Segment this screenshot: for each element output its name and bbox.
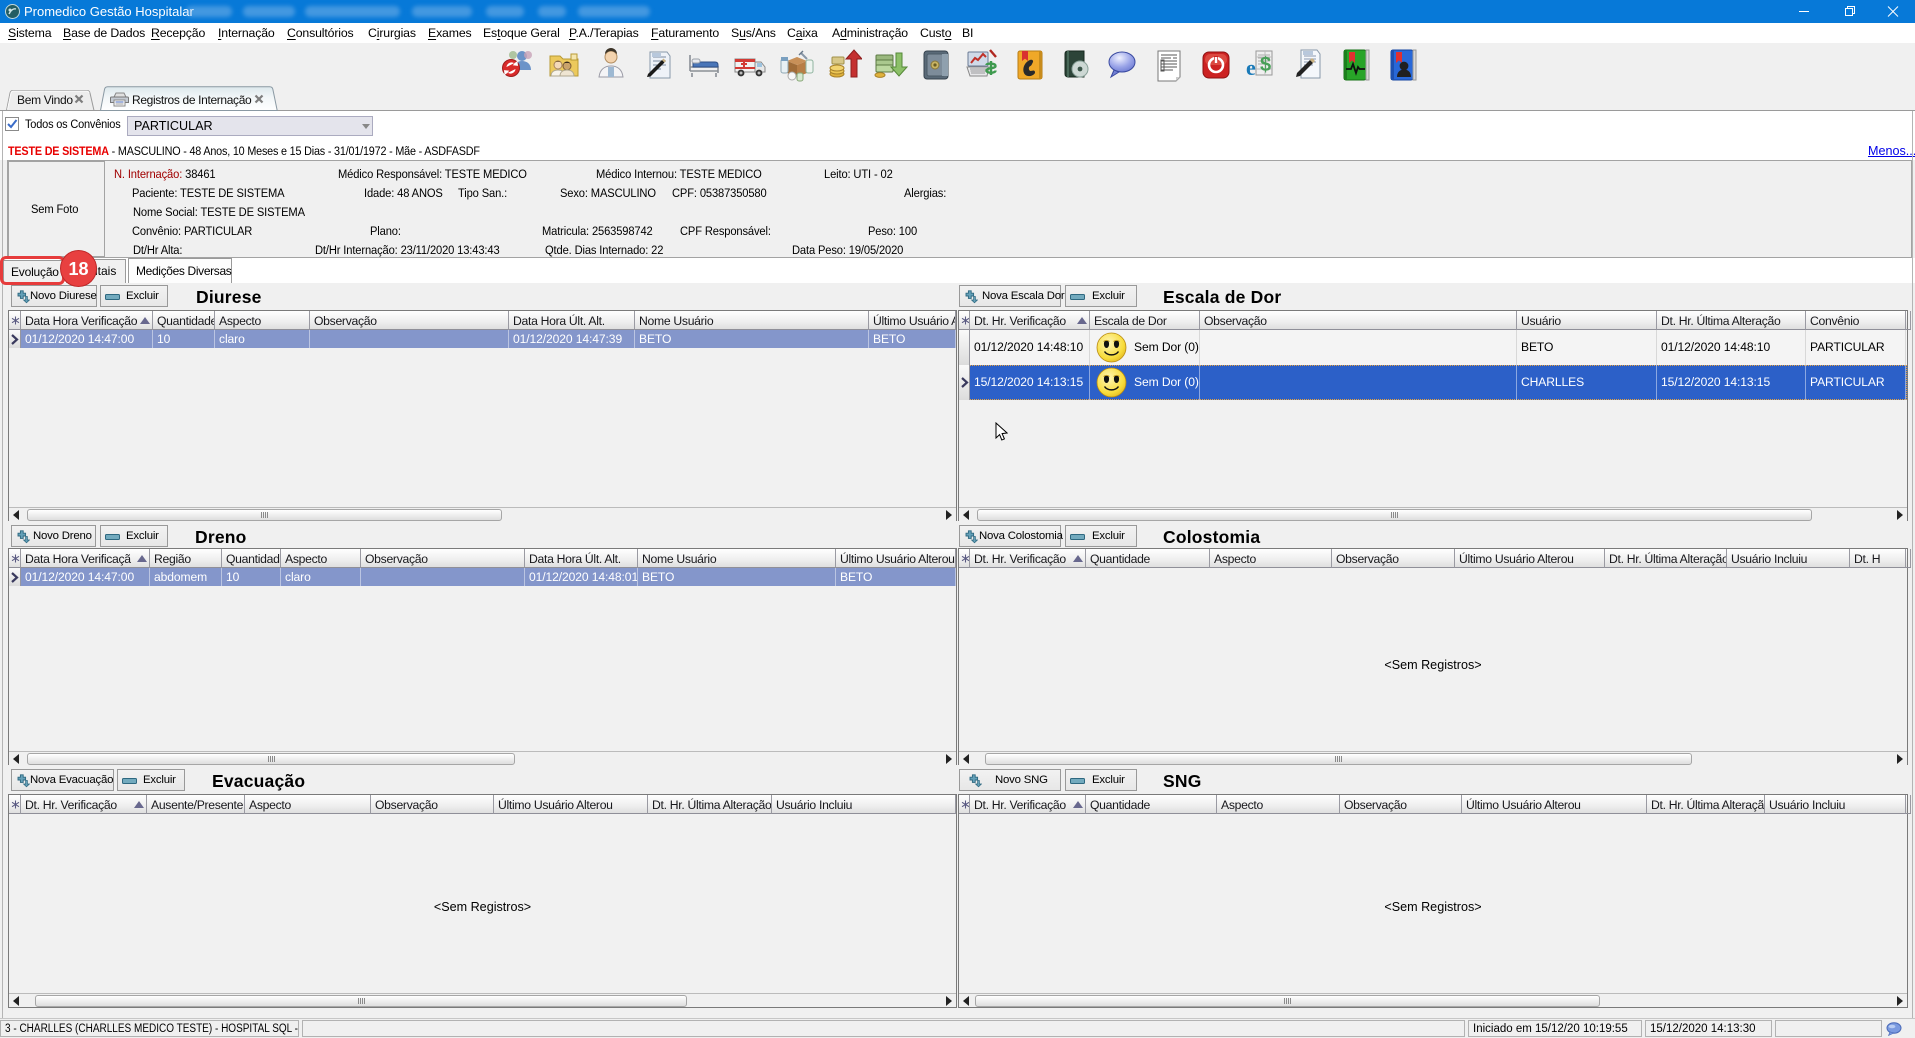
svg-text:e: e (1246, 55, 1256, 80)
svg-text:$: $ (1260, 54, 1271, 76)
